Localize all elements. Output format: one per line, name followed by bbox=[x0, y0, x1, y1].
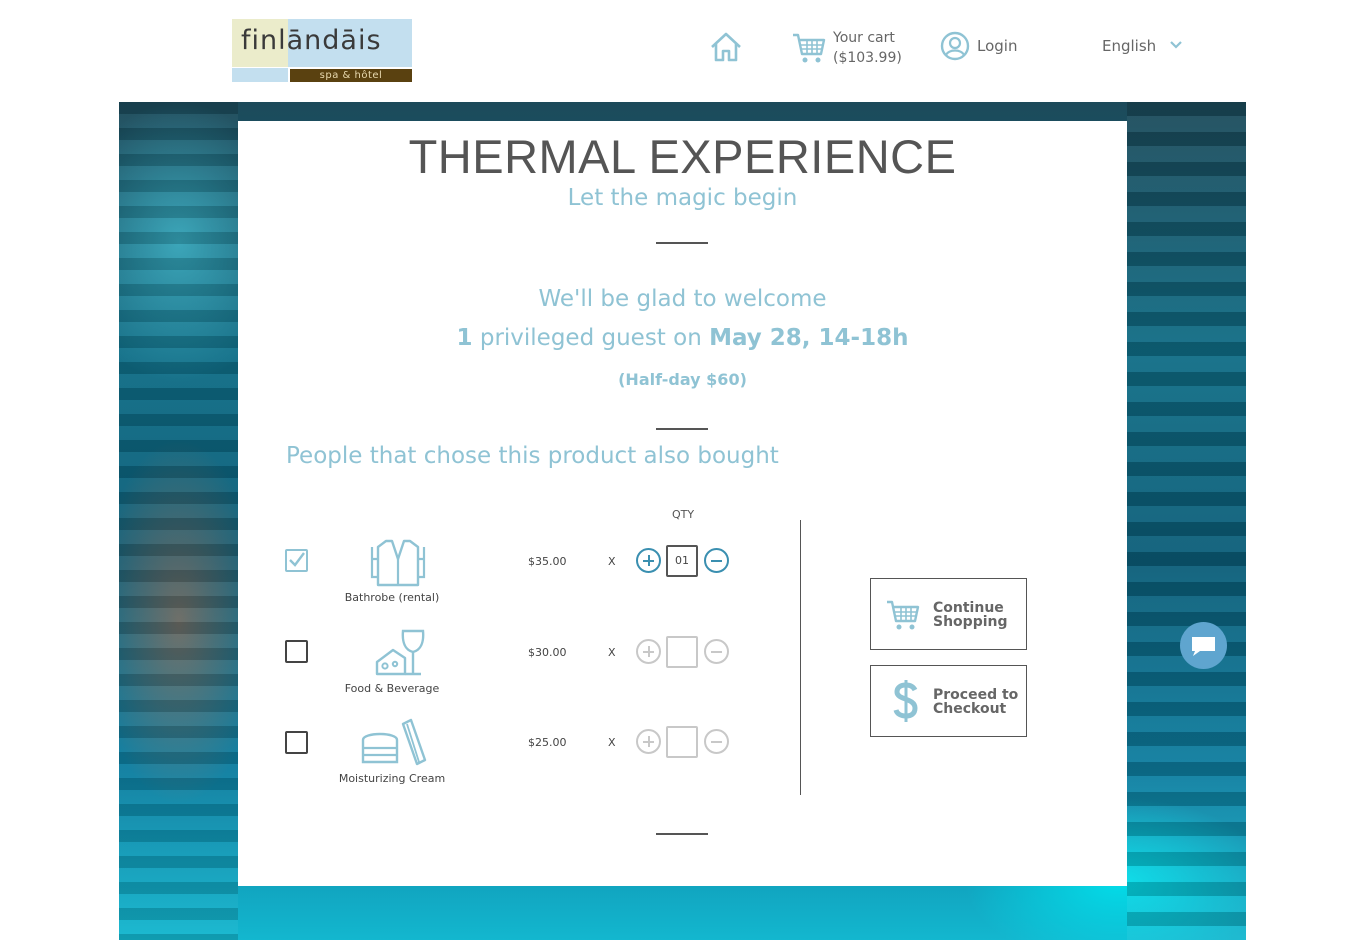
product-price: $35.00 bbox=[528, 555, 567, 568]
qty-field[interactable] bbox=[666, 726, 698, 758]
guest-text: privileged guest on bbox=[472, 325, 710, 351]
also-bought-heading: People that chose this product also boug… bbox=[286, 443, 779, 469]
chat-icon bbox=[1192, 637, 1215, 656]
qty-increase-button[interactable] bbox=[636, 729, 661, 754]
cart-total: ($103.99) bbox=[833, 50, 902, 66]
qty-increase-button[interactable] bbox=[636, 639, 661, 664]
chevron-down-icon bbox=[1170, 41, 1182, 49]
bathrobe-icon bbox=[370, 539, 426, 587]
logo-subtitle: spa & hôtel bbox=[319, 70, 383, 81]
dollar-icon bbox=[893, 680, 918, 722]
product-row: Food & Beverage $30.00 X bbox=[238, 629, 798, 717]
page-title: THERMAL EXPERIENCE bbox=[408, 130, 957, 183]
proceed-to-checkout-button[interactable]: Proceed to Checkout bbox=[870, 665, 1027, 737]
cart-link[interactable]: Your cart ($103.99) bbox=[792, 28, 902, 72]
product-row: Bathrobe (rental) $35.00 X 01 bbox=[238, 539, 798, 626]
food-beverage-icon bbox=[375, 629, 425, 676]
product-price: $25.00 bbox=[528, 736, 567, 749]
home-button[interactable] bbox=[709, 30, 743, 64]
product-name: Food & Beverage bbox=[344, 682, 440, 695]
login-link[interactable]: Login bbox=[940, 30, 1020, 62]
divider-rule bbox=[656, 242, 708, 244]
continue-label-2: Shopping bbox=[933, 614, 1008, 630]
continue-shopping-button[interactable]: Continue Shopping bbox=[870, 578, 1027, 650]
welcome-text: We'll be glad to welcome bbox=[538, 286, 827, 312]
rate-label: (Half-day $60) bbox=[618, 370, 747, 389]
product-checkbox[interactable] bbox=[285, 549, 308, 572]
qty-field[interactable]: 01 bbox=[666, 545, 698, 577]
checkmark-icon bbox=[289, 552, 305, 567]
divider-rule bbox=[656, 833, 708, 835]
times-sign: X bbox=[608, 646, 616, 659]
qty-increase-button[interactable] bbox=[636, 548, 661, 573]
guest-count: 1 bbox=[456, 325, 473, 351]
product-checkbox[interactable] bbox=[285, 640, 308, 663]
language-label: English bbox=[1102, 37, 1157, 55]
product-checkbox[interactable] bbox=[285, 731, 308, 754]
qty-decrease-button[interactable] bbox=[704, 639, 729, 664]
login-label: Login bbox=[977, 37, 1018, 55]
cream-icon bbox=[361, 718, 427, 766]
product-name: Moisturizing Cream bbox=[338, 772, 446, 785]
qty-header: QTY bbox=[671, 508, 695, 521]
home-icon bbox=[711, 32, 741, 62]
language-select[interactable]: English bbox=[1102, 36, 1184, 58]
times-sign: X bbox=[608, 736, 616, 749]
product-row: Moisturizing Cream $25.00 X bbox=[238, 718, 798, 807]
cart-icon bbox=[793, 33, 826, 63]
booking-date: May 28, 14-18h bbox=[709, 325, 909, 351]
logo-wordmark: finlāndāis bbox=[241, 25, 382, 56]
guest-summary: 1 privileged guest on May 28, 14-18h bbox=[238, 325, 1127, 351]
user-icon bbox=[940, 31, 970, 61]
tagline: Let the magic begin bbox=[567, 185, 798, 211]
divider-rule bbox=[656, 428, 708, 430]
qty-decrease-button[interactable] bbox=[704, 548, 729, 573]
chat-button[interactable] bbox=[1180, 622, 1227, 669]
booking-card: THERMAL EXPERIENCE Let the magic begin W… bbox=[238, 121, 1127, 886]
times-sign: X bbox=[608, 555, 616, 568]
qty-decrease-button[interactable] bbox=[704, 729, 729, 754]
logo[interactable]: finlāndāis spa & hôtel bbox=[232, 19, 412, 83]
cart-label: Your cart bbox=[833, 30, 895, 46]
qty-field[interactable] bbox=[666, 636, 698, 668]
checkout-label-2: Checkout bbox=[933, 701, 1007, 717]
vertical-divider bbox=[800, 520, 801, 795]
cart-icon bbox=[887, 600, 920, 630]
product-name: Bathrobe (rental) bbox=[344, 591, 440, 604]
product-price: $30.00 bbox=[528, 646, 567, 659]
